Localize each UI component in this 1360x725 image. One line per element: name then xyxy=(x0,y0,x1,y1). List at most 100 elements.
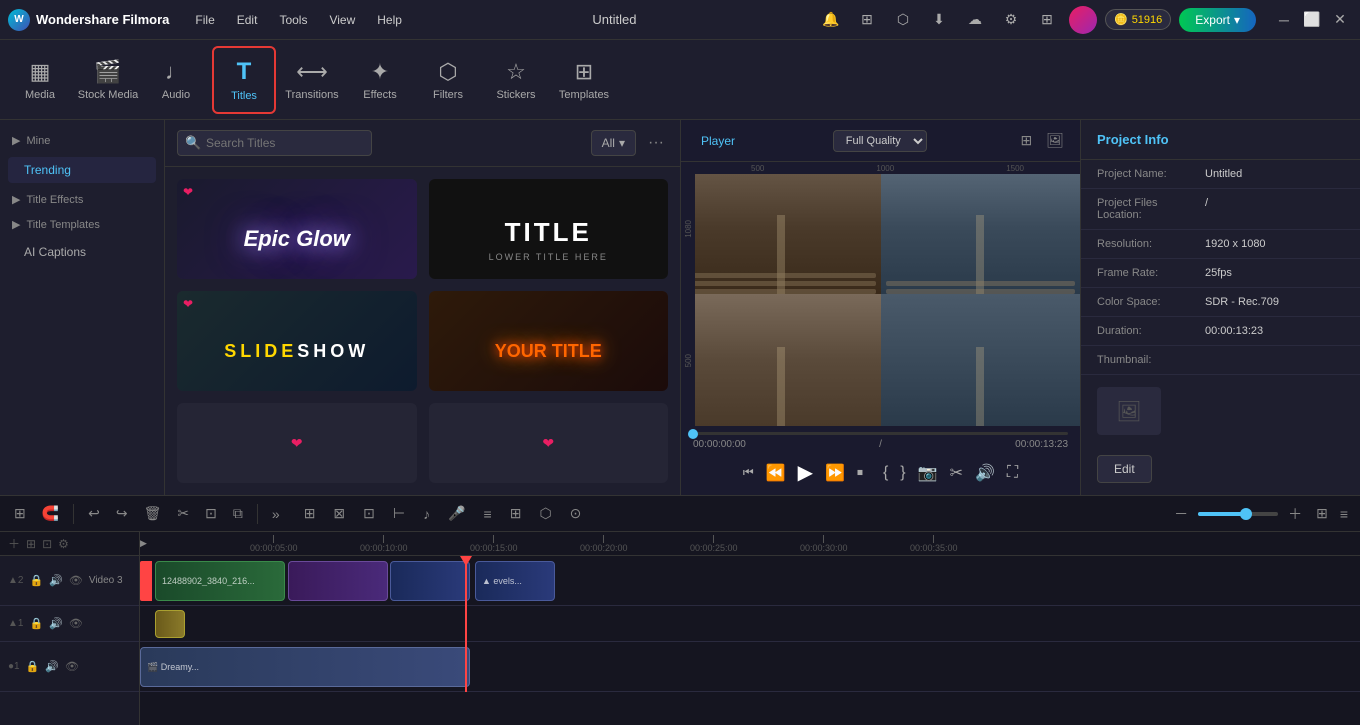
go-end-button[interactable]: ⏹ xyxy=(857,465,863,480)
track-ctrl-6[interactable]: 🎤 xyxy=(442,501,471,526)
coin-badge[interactable]: 🪙 51916 xyxy=(1105,9,1171,30)
track-ctrl-4[interactable]: ⊢ xyxy=(387,501,411,526)
track-add-button[interactable]: ＋ xyxy=(8,535,20,552)
clip-video3-4[interactable]: ▲ evels... xyxy=(475,561,555,601)
zoom-slider[interactable] xyxy=(1198,512,1278,516)
grid-item-big-title[interactable]: TITLE LOWER TITLE HERE ⬇ Big Title Pack … xyxy=(429,179,669,279)
tool-stickers[interactable]: ☆ Stickers xyxy=(484,46,548,114)
track-v3-mute[interactable]: 🔊 xyxy=(49,574,63,587)
close-button[interactable]: ✕ xyxy=(1328,8,1352,32)
fullscreen-button[interactable]: ⛶ xyxy=(1007,464,1018,482)
track-add-button-4[interactable]: ⚙ xyxy=(58,537,69,551)
track-v1-mute[interactable]: 🔊 xyxy=(45,660,59,673)
track-v3-lock[interactable]: 🔒 xyxy=(29,574,43,587)
track-v2-lock[interactable]: 🔒 xyxy=(29,617,43,630)
tab-player[interactable]: Player xyxy=(693,130,743,152)
search-input[interactable] xyxy=(177,130,372,156)
tool-stock-media[interactable]: 🎬 Stock Media xyxy=(76,46,140,114)
track-ctrl-3[interactable]: ⊡ xyxy=(357,501,381,526)
track-ctrl-9[interactable]: ⬡ xyxy=(533,501,557,526)
track-ctrl-10[interactable]: ⊙ xyxy=(564,501,588,526)
track-v1-lock[interactable]: 🔒 xyxy=(26,660,40,673)
sidebar-item-trending[interactable]: Trending xyxy=(8,157,156,183)
grid-item-slideshow[interactable]: SLIDESHOW ❤ ⬇ Slideshow Title 01 xyxy=(177,291,417,391)
step-forward-button[interactable]: ⏩ xyxy=(825,463,845,483)
user-avatar[interactable] xyxy=(1069,6,1097,34)
tool-audio[interactable]: ♩ Audio xyxy=(144,46,208,114)
step-back-button[interactable]: ⏪ xyxy=(766,463,786,483)
crop-button[interactable]: ⊡ xyxy=(199,501,223,526)
cloud-icon[interactable]: ☁ xyxy=(961,6,989,34)
share-icon[interactable]: ⬡ xyxy=(889,6,917,34)
more-item-2[interactable]: ❤ xyxy=(429,403,669,483)
tool-filters[interactable]: ⬡ Filters xyxy=(416,46,480,114)
copy-button[interactable]: ⧉ xyxy=(227,501,249,526)
tool-media[interactable]: ▦ Media xyxy=(8,46,72,114)
sidebar-item-ai-captions[interactable]: AI Captions xyxy=(8,239,156,265)
sidebar-item-mine[interactable]: ▶ Mine xyxy=(0,128,164,153)
tool-transitions[interactable]: ⟷ Transitions xyxy=(280,46,344,114)
volume-button[interactable]: 🔊 xyxy=(975,463,995,483)
quality-select[interactable]: Full Quality 1/2 Quality 1/4 Quality xyxy=(833,130,927,152)
image-view-icon[interactable]: 🖼 xyxy=(1042,128,1068,153)
edit-button[interactable]: Edit xyxy=(1097,455,1152,483)
playhead[interactable] xyxy=(465,556,467,692)
maximize-button[interactable]: ⬜ xyxy=(1300,8,1324,32)
track-ctrl-8[interactable]: ⊞ xyxy=(504,501,528,526)
add-track-button[interactable]: ⊞ xyxy=(8,501,32,526)
clip-video3-3[interactable] xyxy=(390,561,470,601)
clip-video1-1[interactable]: 🎬 Dreamy... xyxy=(140,647,470,687)
play-button[interactable]: ▶ xyxy=(798,460,813,485)
track-v1-eye[interactable]: 👁 xyxy=(65,660,79,673)
track-ctrl-1[interactable]: ⊞ xyxy=(298,501,322,526)
layout-button-2[interactable]: ≡ xyxy=(1336,502,1352,526)
clip-video3-2[interactable] xyxy=(288,561,388,601)
more-options-button[interactable]: ··· xyxy=(644,130,668,156)
camera-button[interactable]: 📷 xyxy=(918,463,938,483)
track-add-button-3[interactable]: ⊡ xyxy=(42,537,52,551)
clip-video3-1[interactable]: 12488902_3840_216... xyxy=(155,561,285,601)
menu-edit[interactable]: Edit xyxy=(227,9,268,31)
settings-icon[interactable]: ⚙ xyxy=(997,6,1025,34)
menu-tools[interactable]: Tools xyxy=(269,9,317,31)
grid-icon[interactable]: ⊞ xyxy=(1033,6,1061,34)
export-button[interactable]: Export ▾ xyxy=(1179,8,1256,32)
magnetic-button[interactable]: 🧲 xyxy=(36,501,65,526)
zoom-in-button[interactable]: ＋ xyxy=(1282,500,1308,528)
go-start-button[interactable]: ⏮ xyxy=(743,465,754,480)
tool-templates[interactable]: ⊞ Templates xyxy=(552,46,616,114)
layout-button[interactable]: ⊞ xyxy=(1312,501,1332,526)
bookmark-icon[interactable]: ⊞ xyxy=(853,6,881,34)
track-ctrl-2[interactable]: ⊠ xyxy=(327,501,351,526)
undo-button[interactable]: ↩ xyxy=(82,501,106,526)
split-button[interactable]: ✂ xyxy=(950,463,963,483)
grid-view-icon[interactable]: ⊞ xyxy=(1016,128,1036,153)
tool-titles[interactable]: T Titles xyxy=(212,46,276,114)
menu-help[interactable]: Help xyxy=(367,9,412,31)
grid-item-fire[interactable]: YOUR TITLE + Fire Particle Pack Title 11 xyxy=(429,291,669,391)
track-v2-mute[interactable]: 🔊 xyxy=(49,617,63,630)
more-item-1[interactable]: ❤ xyxy=(177,403,417,483)
cut-button[interactable]: ✂ xyxy=(171,501,195,526)
track-v3-eye[interactable]: 👁 xyxy=(69,574,83,587)
delete-button[interactable]: 🗑 xyxy=(138,501,168,526)
download-icon[interactable]: ⬇ xyxy=(925,6,953,34)
redo-button[interactable]: ↪ xyxy=(110,501,134,526)
sidebar-item-title-templates[interactable]: ▶ Title Templates xyxy=(0,212,164,237)
track-ctrl-7[interactable]: ≡ xyxy=(478,502,498,526)
filter-button[interactable]: All ▾ xyxy=(591,130,636,156)
more-tools-button[interactable]: » xyxy=(266,502,286,526)
progress-track[interactable] xyxy=(693,432,1068,435)
menu-view[interactable]: View xyxy=(319,9,365,31)
minimize-button[interactable]: ─ xyxy=(1272,8,1296,32)
sidebar-item-title-effects[interactable]: ▶ Title Effects xyxy=(0,187,164,212)
mark-in-button[interactable]: { xyxy=(883,464,888,482)
notification-icon[interactable]: 🔔 xyxy=(817,6,845,34)
clip-video2-1[interactable] xyxy=(155,610,185,638)
tool-effects[interactable]: ✦ Effects xyxy=(348,46,412,114)
track-ctrl-5[interactable]: ♪ xyxy=(417,502,436,526)
menu-file[interactable]: File xyxy=(185,9,224,31)
mark-out-button[interactable]: } xyxy=(900,464,905,482)
zoom-out-button[interactable]: － xyxy=(1168,500,1194,528)
track-v2-eye[interactable]: 👁 xyxy=(69,617,83,630)
